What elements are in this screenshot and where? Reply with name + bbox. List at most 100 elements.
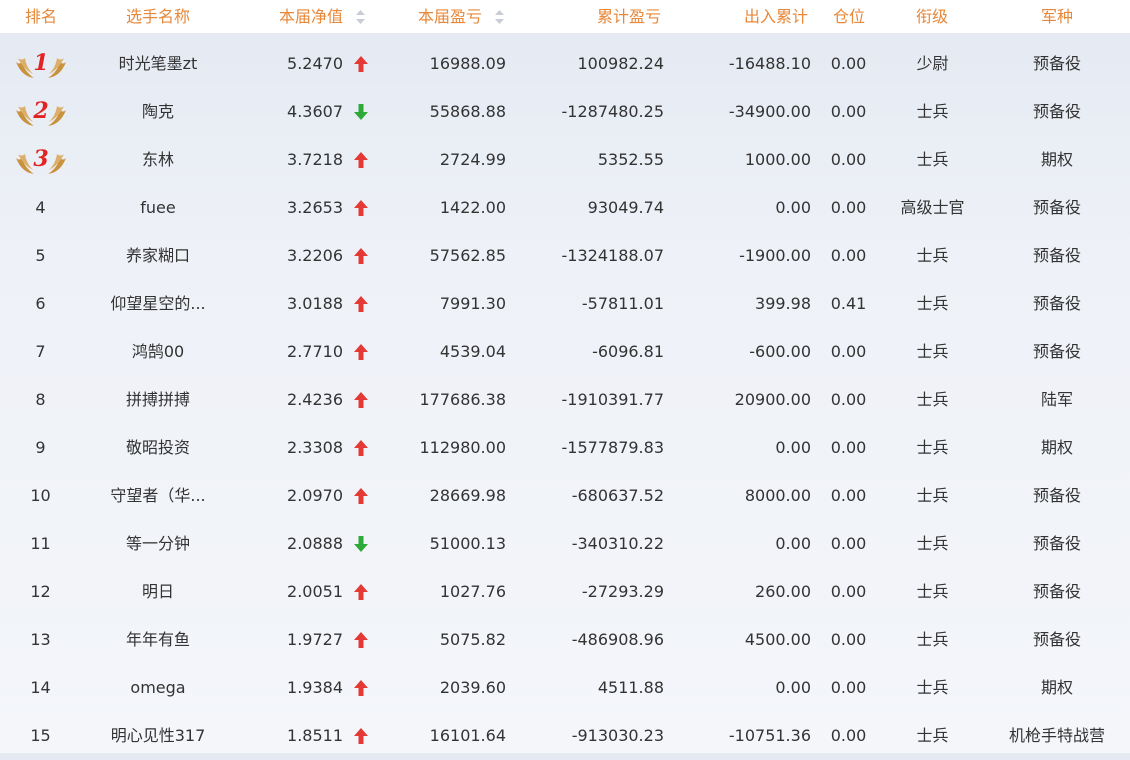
- corps: 陆军: [1040, 390, 1073, 409]
- player-name[interactable]: fuee: [88, 184, 228, 232]
- arrow-down-icon: [354, 104, 368, 120]
- rank: 12: [30, 582, 51, 601]
- rank-medal-number: 2: [33, 98, 49, 124]
- player-name[interactable]: 等一分钟: [88, 520, 228, 568]
- player-name[interactable]: 时光笔墨zt: [88, 40, 228, 88]
- leaderboard: 排名 选手名称 本届净值 本届盈亏 累计盈亏 出入累计 仓位 衔级 军种 1 时光…: [0, 0, 1130, 753]
- corps: 预备役: [1032, 486, 1081, 505]
- table-row[interactable]: 4 fuee 3.2653 1422.00 93049.74 0.00 0.00 高级士官 预备…: [0, 184, 1130, 232]
- rank-title: 士兵: [916, 390, 949, 409]
- header-corps[interactable]: 军种: [1041, 0, 1073, 33]
- table-row[interactable]: 7 鸿鹄00 2.7710 4539.04 -6096.81 -600.00 0.00 士兵 预…: [0, 328, 1130, 376]
- position-value: 0.00: [830, 438, 867, 457]
- position-value: 0.00: [830, 102, 867, 121]
- player-name[interactable]: 敬昭投资: [88, 424, 228, 472]
- corps: 预备役: [1032, 54, 1081, 73]
- header-flow[interactable]: 出入累计: [744, 0, 808, 33]
- sort-icon[interactable]: [495, 10, 504, 24]
- total-pnl-value: 100982.24: [577, 54, 664, 73]
- table-row[interactable]: 6 仰望星空的... 3.0188 7991.30 -57811.01 399.98 0.4…: [0, 280, 1130, 328]
- corps: 期权: [1040, 438, 1073, 457]
- rank-title: 少尉: [916, 54, 949, 73]
- header-rank[interactable]: 排名: [25, 0, 57, 33]
- nav-value: 2.0051: [287, 582, 343, 601]
- rank: 5: [35, 246, 46, 265]
- nav-value: 1.9384: [287, 678, 343, 697]
- nav-value: 3.2653: [287, 198, 343, 217]
- rank: 7: [35, 342, 46, 361]
- header-total-pnl[interactable]: 累计盈亏: [597, 0, 661, 33]
- corps: 预备役: [1032, 102, 1081, 121]
- flow-value: -16488.10: [728, 54, 811, 73]
- rank-medal-number: 1: [33, 50, 49, 76]
- header-position[interactable]: 仓位: [833, 0, 865, 33]
- corps: 预备役: [1032, 198, 1081, 217]
- table-row[interactable]: 3 东林 3.7218 2724.99 5352.55 1000.00 0.00 士兵 期权: [0, 136, 1130, 184]
- table-row[interactable]: 11 等一分钟 2.0888 51000.13 -340310.22 0.00 0.00 士兵…: [0, 520, 1130, 568]
- total-pnl-value: 93049.74: [587, 198, 664, 217]
- pnl-value: 7991.30: [439, 294, 506, 313]
- arrow-up-icon: [354, 344, 368, 360]
- laurel-wings-icon: 1: [14, 50, 68, 80]
- rank-title: 高级士官: [900, 198, 965, 217]
- table-row[interactable]: 8 拼搏拼搏 2.4236 177686.38 -1910391.77 20900.00 0…: [0, 376, 1130, 424]
- player-name[interactable]: omega: [88, 664, 228, 712]
- player-name[interactable]: 明日: [88, 568, 228, 616]
- table-row[interactable]: 13 年年有鱼 1.9727 5075.82 -486908.96 4500.00 0.00…: [0, 616, 1130, 664]
- table-row[interactable]: 2 陶克 4.3607 55868.88 -1287480.25 -34900.00 0.0…: [0, 88, 1130, 136]
- table-header: 排名 选手名称 本届净值 本届盈亏 累计盈亏 出入累计 仓位 衔级 军种: [0, 0, 1130, 33]
- sort-icon[interactable]: [356, 10, 365, 24]
- total-pnl-value: -27293.29: [581, 582, 664, 601]
- pnl-value: 112980.00: [419, 438, 506, 457]
- total-pnl-value: -680637.52: [571, 486, 664, 505]
- player-name[interactable]: 仰望星空的...: [88, 280, 228, 328]
- nav-value: 3.2206: [287, 246, 343, 265]
- flow-value: 4500.00: [744, 630, 811, 649]
- header-pnl[interactable]: 本届盈亏: [418, 0, 482, 33]
- position-value: 0.00: [830, 486, 867, 505]
- header-title[interactable]: 衔级: [916, 0, 948, 33]
- table-row[interactable]: 10 守望者（华... 2.0970 28669.98 -680637.52 8000.0…: [0, 472, 1130, 520]
- corps: 预备役: [1032, 342, 1081, 361]
- corps: 预备役: [1032, 246, 1081, 265]
- nav-value: 3.0188: [287, 294, 343, 313]
- flow-value: -600.00: [749, 342, 811, 361]
- nav-value: 2.0888: [287, 534, 343, 553]
- rank-medal-number: 3: [33, 146, 49, 172]
- total-pnl-value: -340310.22: [571, 534, 664, 553]
- header-nav[interactable]: 本届净值: [279, 0, 343, 33]
- position-value: 0.00: [830, 534, 867, 553]
- player-name[interactable]: 鸿鹄00: [88, 328, 228, 376]
- table-row[interactable]: 14 omega 1.9384 2039.60 4511.88 0.00 0.00 士兵 期权: [0, 664, 1130, 712]
- table-row[interactable]: 1 时光笔墨zt 5.2470 16988.09 100982.24 -16488.10 0…: [0, 40, 1130, 88]
- arrow-up-icon: [354, 680, 368, 696]
- total-pnl-value: 4511.88: [597, 678, 664, 697]
- player-name[interactable]: 东林: [88, 136, 228, 184]
- player-name[interactable]: 陶克: [88, 88, 228, 136]
- player-name[interactable]: 拼搏拼搏: [88, 376, 228, 424]
- table-row[interactable]: 9 敬昭投资 2.3308 112980.00 -1577879.83 0.00 0.00 士…: [0, 424, 1130, 472]
- rank: 14: [30, 678, 51, 697]
- nav-value: 3.7218: [287, 150, 343, 169]
- position-value: 0.00: [830, 198, 867, 217]
- position-value: 0.00: [830, 246, 867, 265]
- table-row[interactable]: 5 养家糊口 3.2206 57562.85 -1324188.07 -1900.00 0.…: [0, 232, 1130, 280]
- flow-value: 0.00: [775, 678, 811, 697]
- pnl-value: 4539.04: [439, 342, 506, 361]
- rank-title: 士兵: [916, 294, 949, 313]
- arrow-up-icon: [354, 248, 368, 264]
- position-value: 0.41: [830, 294, 867, 313]
- nav-value: 2.7710: [287, 342, 343, 361]
- rank: 13: [30, 630, 51, 649]
- player-name[interactable]: 养家糊口: [88, 232, 228, 280]
- corps: 期权: [1040, 150, 1073, 169]
- flow-value: 399.98: [755, 294, 811, 313]
- arrow-up-icon: [354, 584, 368, 600]
- table-row[interactable]: 12 明日 2.0051 1027.76 -27293.29 260.00 0.00 士兵 预备…: [0, 568, 1130, 616]
- position-value: 0.00: [830, 678, 867, 697]
- pnl-value: 51000.13: [429, 534, 506, 553]
- player-name[interactable]: 年年有鱼: [88, 616, 228, 664]
- rank-title: 士兵: [916, 102, 949, 121]
- player-name[interactable]: 守望者（华...: [88, 472, 228, 520]
- header-name[interactable]: 选手名称: [126, 0, 190, 33]
